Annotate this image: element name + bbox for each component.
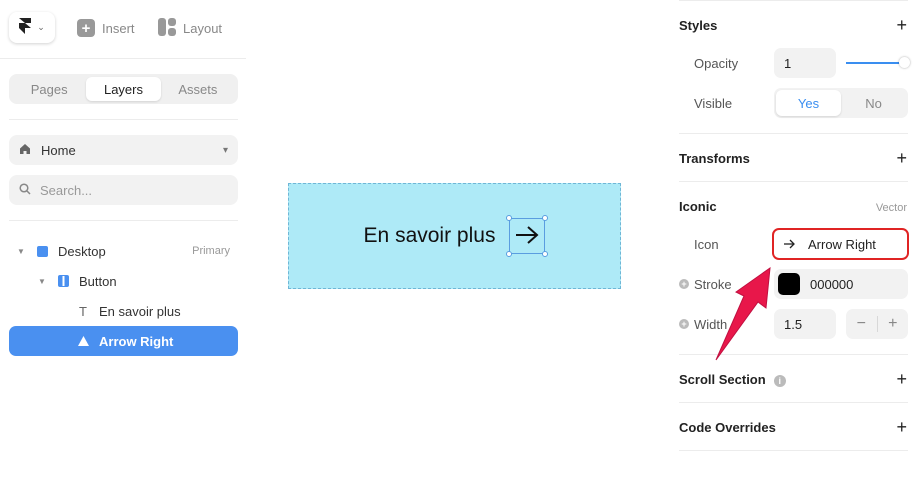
tab-layers[interactable]: Layers [86, 77, 161, 101]
layer-row-arrow-right[interactable]: Arrow Right [9, 326, 238, 356]
add-style-button[interactable]: + [896, 16, 907, 34]
visible-toggle: Yes No [774, 88, 908, 118]
layout-button[interactable]: Layout [158, 17, 222, 39]
search-icon [19, 182, 31, 198]
increment-button[interactable]: + [878, 315, 909, 333]
canvas[interactable]: En savoir plus [246, 0, 666, 478]
component-icon [77, 335, 89, 347]
transforms-title: Transforms [679, 151, 750, 166]
layer-label: Desktop [58, 243, 106, 259]
visible-yes-option[interactable]: Yes [776, 90, 841, 116]
text-icon: T [79, 303, 87, 319]
layer-label: Arrow Right [99, 333, 174, 349]
arrow-right-selection[interactable] [506, 215, 549, 257]
stroke-label: Stroke [694, 277, 732, 292]
divider [679, 0, 908, 1]
layer-row-desktop[interactable]: ▼ Desktop Primary [9, 236, 238, 266]
add-width-icon[interactable]: + [679, 319, 689, 329]
opacity-value: 1 [784, 55, 792, 71]
framer-logo-icon [19, 18, 32, 37]
resize-handle[interactable] [542, 251, 549, 257]
layer-row-button[interactable]: ▼ Button [9, 266, 238, 296]
divider [679, 181, 908, 182]
chevron-down-icon: ⌄ [37, 22, 45, 32]
plus-square-icon: + [77, 19, 95, 37]
scroll-section-label: Scroll Section [679, 372, 766, 387]
decrement-button[interactable]: − [846, 315, 877, 333]
page-select-value: Home [41, 142, 76, 158]
stroke-color-swatch[interactable] [778, 273, 800, 295]
page-select[interactable]: Home ▾ [9, 135, 238, 165]
code-overrides-title: Code Overrides [679, 420, 776, 435]
visible-no-option[interactable]: No [841, 90, 906, 116]
home-icon [19, 143, 31, 158]
width-value: 1.5 [784, 316, 803, 332]
divider [679, 133, 908, 134]
caret-down-icon: ▼ [38, 276, 46, 286]
resize-handle[interactable] [506, 251, 513, 257]
divider [9, 119, 238, 120]
layout-label: Layout [183, 20, 223, 36]
opacity-input[interactable]: 1 [774, 48, 836, 78]
icon-select-value: Arrow Right [808, 236, 876, 252]
layer-label: Button [79, 273, 117, 289]
icon-label: Icon [694, 237, 719, 252]
insert-button[interactable]: + Insert [77, 17, 135, 39]
add-stroke-icon[interactable]: + [679, 279, 689, 289]
add-scroll-section-button[interactable]: + [896, 370, 907, 388]
icon-select[interactable]: Arrow Right [772, 228, 909, 260]
caret-down-icon: ▼ [17, 246, 25, 256]
search-placeholder: Search... [40, 182, 93, 198]
left-panel: ⌄ + Insert Layout Pages Layers Assets Ho… [0, 0, 246, 478]
add-transform-button[interactable]: + [896, 149, 907, 167]
opacity-slider-track[interactable] [846, 62, 904, 64]
button-frame[interactable]: En savoir plus [288, 183, 621, 289]
stroke-color-value: 000000 [810, 276, 854, 292]
frame-icon [36, 245, 48, 257]
arrow-right-icon [514, 224, 540, 249]
stack-icon [57, 275, 69, 287]
panel-tabs: Pages Layers Assets [9, 74, 238, 104]
add-code-override-button[interactable]: + [896, 418, 907, 436]
info-icon[interactable]: i [773, 374, 786, 387]
scroll-section-title: Scroll Section i [679, 372, 786, 387]
layer-label: En savoir plus [99, 303, 181, 319]
divider [679, 450, 908, 451]
opacity-label: Opacity [694, 56, 739, 71]
layout-icon [158, 17, 176, 39]
visible-label: Visible [694, 96, 733, 111]
resize-handle[interactable] [506, 215, 513, 221]
tab-pages[interactable]: Pages [12, 77, 86, 101]
layer-row-text[interactable]: T En savoir plus [9, 296, 238, 326]
stroke-color-field[interactable]: 000000 [774, 269, 908, 299]
opacity-slider-handle[interactable] [899, 57, 910, 68]
iconic-title: Iconic [679, 199, 717, 214]
arrow-right-icon [784, 237, 796, 252]
resize-handle[interactable] [542, 215, 549, 221]
divider [679, 402, 908, 403]
primary-badge: Primary [192, 245, 230, 257]
button-text[interactable]: En savoir plus [364, 224, 496, 248]
vector-hint: Vector [875, 202, 907, 214]
divider [9, 220, 238, 221]
divider [679, 354, 908, 355]
width-input[interactable]: 1.5 [774, 309, 836, 339]
width-label: Width [694, 317, 728, 332]
search-field[interactable]: Search... [9, 175, 238, 205]
tab-assets[interactable]: Assets [161, 77, 235, 101]
styles-title: Styles [679, 18, 718, 33]
insert-label: Insert [102, 20, 135, 36]
divider [0, 58, 246, 59]
properties-panel: Styles + Opacity 1 Visible Yes No Transf… [666, 0, 913, 478]
width-stepper: − + [846, 309, 908, 339]
app-menu-button[interactable]: ⌄ [9, 12, 55, 43]
chevron-down-icon: ▾ [222, 144, 228, 156]
